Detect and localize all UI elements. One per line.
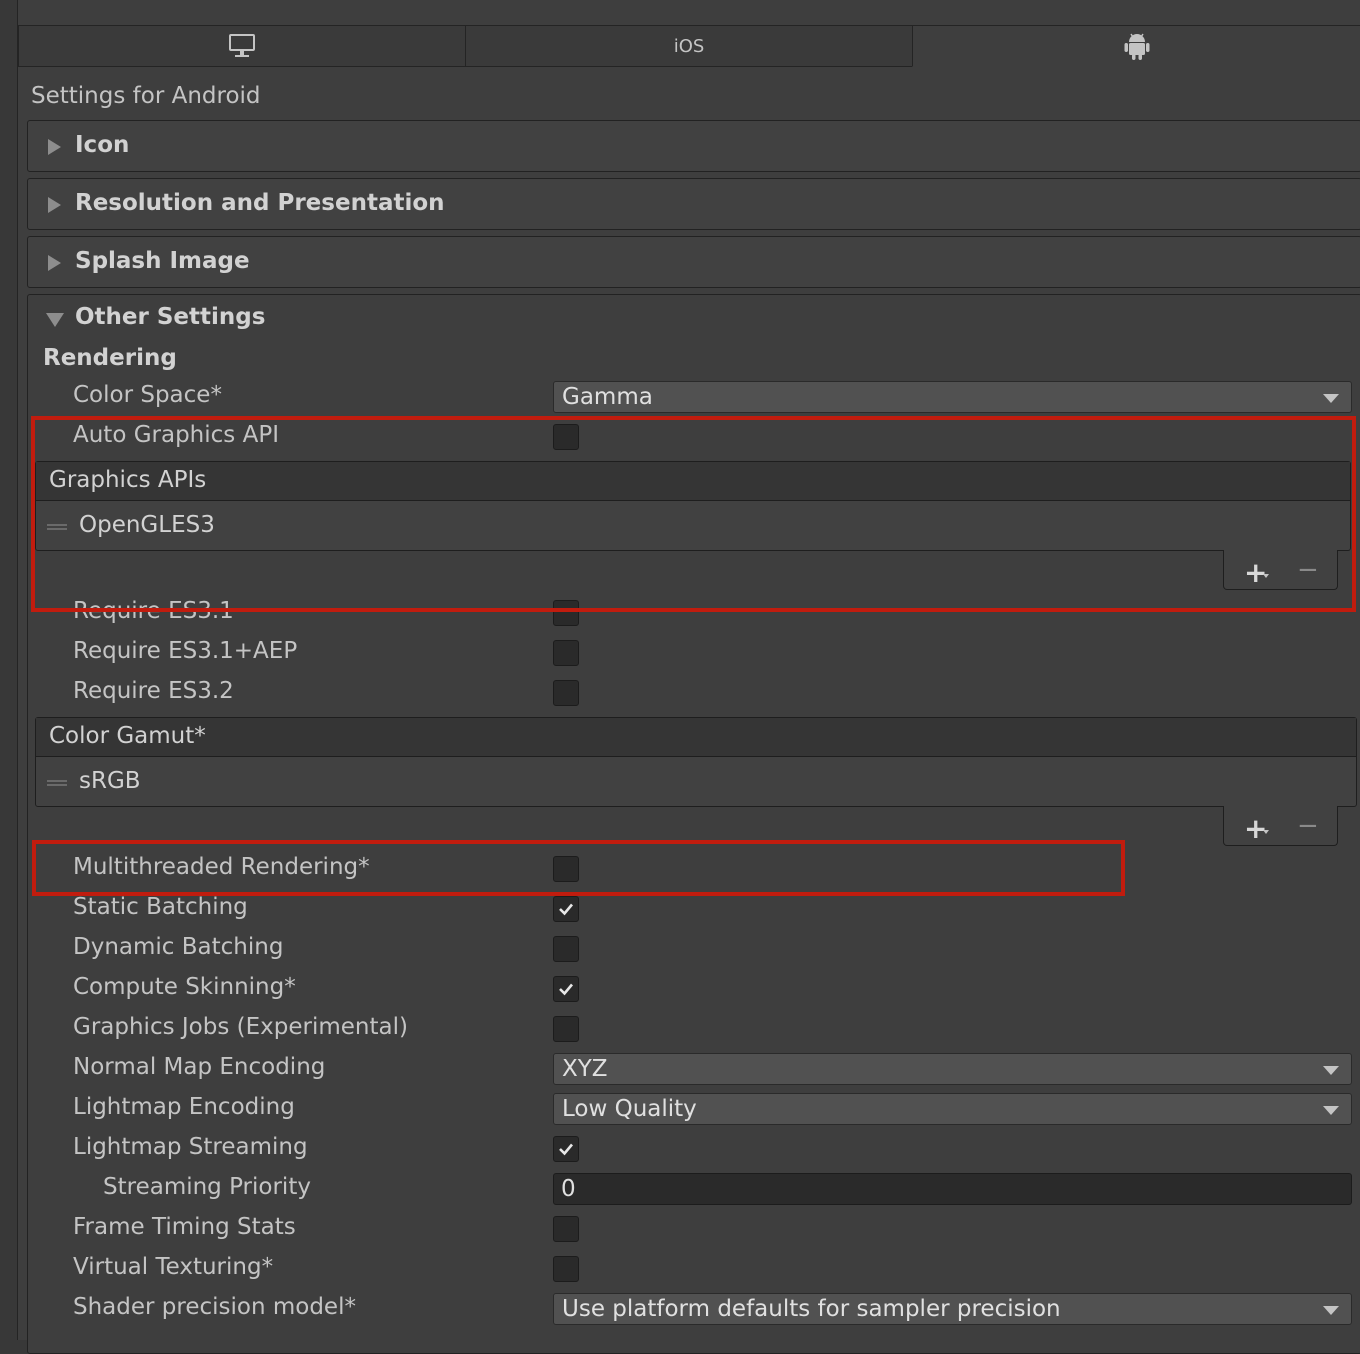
foldout-resolution-label: Resolution and Presentation [75,190,445,216]
rendering-heading: Rendering [43,345,177,371]
checkmark-icon [559,983,573,996]
settings-title: Settings for Android [31,83,261,109]
expand-arrow-icon [48,139,61,155]
shader-precision-dropdown[interactable]: Use platform defaults for sampler precis… [553,1293,1352,1325]
dropdown-caret-icon [1263,830,1269,834]
static-batching-checkbox[interactable] [553,896,579,922]
streaming-priority-label: Streaming Priority [103,1174,311,1200]
frame-timing-stats-checkbox[interactable] [553,1216,579,1242]
platform-tabs: iOS [18,25,1360,67]
require-es32-label: Require ES3.2 [73,678,234,704]
foldout-icon-label: Icon [75,132,130,158]
lightmap-encoding-dropdown[interactable]: Low Quality [553,1093,1352,1125]
chevron-down-icon [1323,1306,1339,1315]
highlight-box-multithreaded [32,840,1125,896]
foldout-resolution[interactable]: Resolution and Presentation [27,178,1360,230]
compute-skinning-label: Compute Skinning* [73,974,296,1000]
streaming-priority-value: 0 [561,1176,576,1202]
shader-precision-value: Use platform defaults for sampler precis… [562,1296,1061,1322]
foldout-other-label[interactable]: Other Settings [75,304,265,330]
checkmark-icon [559,903,573,916]
monitor-icon [229,34,255,57]
graphics-jobs-label: Graphics Jobs (Experimental) [73,1014,408,1040]
tab-ios[interactable]: iOS [465,25,913,67]
require-es31-aep-checkbox[interactable] [553,640,579,666]
normal-map-encoding-value: XYZ [562,1056,608,1082]
lightmap-streaming-checkbox[interactable] [553,1136,579,1162]
tab-ios-label: iOS [673,35,705,57]
expand-arrow-icon [48,197,61,213]
add-button[interactable]: + [1244,812,1267,845]
shader-precision-label: Shader precision model* [73,1294,356,1320]
color-space-label: Color Space* [73,382,222,408]
normal-map-encoding-dropdown[interactable]: XYZ [553,1053,1352,1085]
foldout-splash-label: Splash Image [75,248,250,274]
color-gamut-header: Color Gamut* [36,718,1356,757]
list-item[interactable]: sRGB [36,757,1356,808]
chevron-down-icon [1323,1066,1339,1075]
expand-arrow-icon [48,255,61,271]
drag-handle-icon[interactable] [47,780,67,786]
color-gamut-list: Color Gamut* sRGB [35,717,1357,807]
normal-map-encoding-label: Normal Map Encoding [73,1054,326,1080]
chevron-down-icon [1323,394,1339,403]
color-space-dropdown[interactable]: Gamma [553,381,1352,413]
tab-standalone[interactable] [18,25,466,67]
virtual-texturing-label: Virtual Texturing* [73,1254,274,1280]
lightmap-encoding-label: Lightmap Encoding [73,1094,295,1120]
static-batching-label: Static Batching [73,894,248,920]
foldout-splash[interactable]: Splash Image [27,236,1360,288]
collapse-arrow-icon[interactable] [46,313,64,327]
lightmap-encoding-value: Low Quality [562,1096,697,1122]
virtual-texturing-checkbox[interactable] [553,1256,579,1282]
lightmap-streaming-label: Lightmap Streaming [73,1134,308,1160]
highlight-box-graphics-api [31,416,1356,612]
streaming-priority-field[interactable]: 0 [553,1173,1352,1205]
graphics-jobs-checkbox[interactable] [553,1016,579,1042]
dynamic-batching-label: Dynamic Batching [73,934,284,960]
color-gamut-controls: + − [1223,806,1338,846]
compute-skinning-checkbox[interactable] [553,976,579,1002]
foldout-icon[interactable]: Icon [27,120,1360,172]
color-gamut-title: Color Gamut* [49,723,206,749]
require-es32-checkbox[interactable] [553,680,579,706]
frame-timing-stats-label: Frame Timing Stats [73,1214,296,1240]
android-icon [1124,33,1149,60]
chevron-down-icon [1323,1106,1339,1115]
list-item-label: sRGB [79,768,141,794]
checkmark-icon [559,1143,573,1156]
require-es31-aep-label: Require ES3.1+AEP [73,638,298,664]
remove-button[interactable]: − [1297,811,1319,841]
color-space-value: Gamma [562,384,653,410]
dynamic-batching-checkbox[interactable] [553,936,579,962]
tab-android[interactable] [912,25,1360,67]
